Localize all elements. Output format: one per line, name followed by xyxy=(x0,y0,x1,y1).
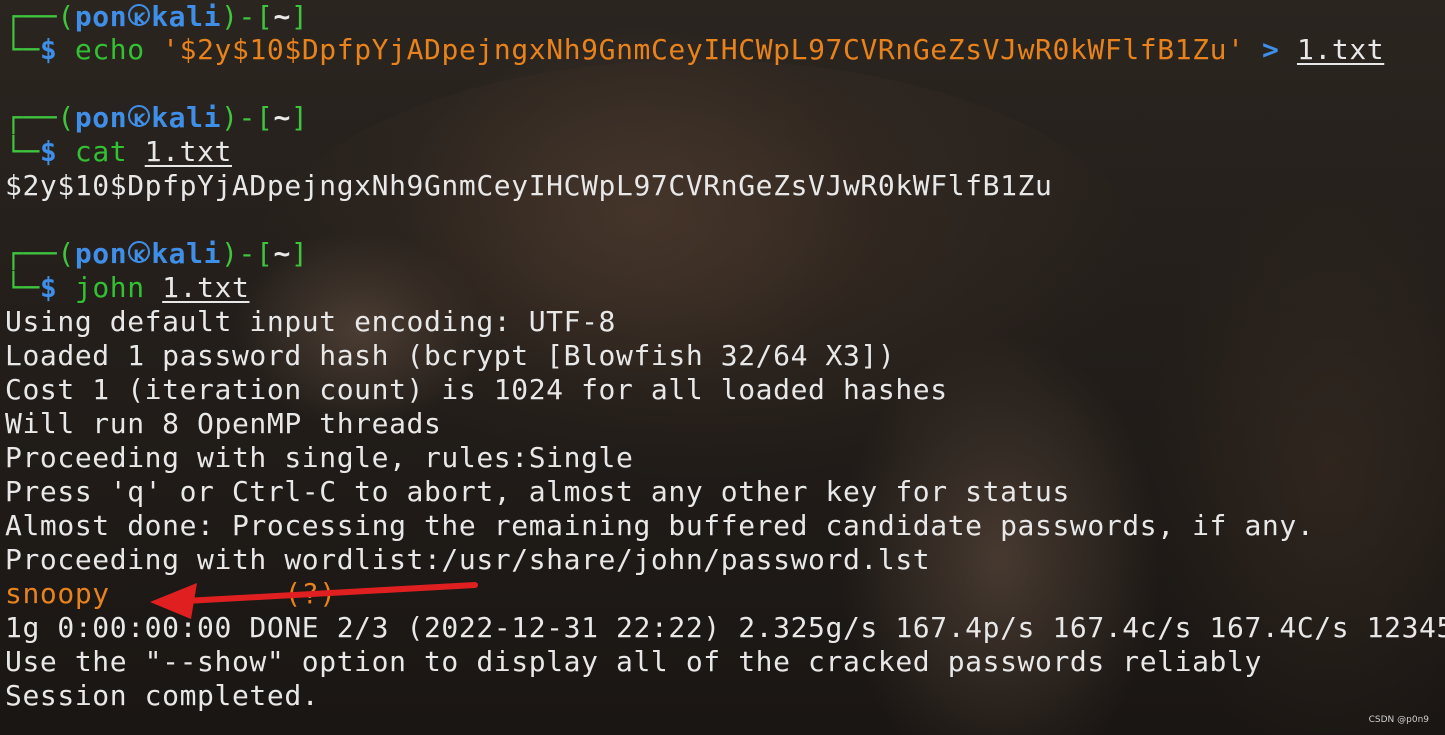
prompt-header: ┌──(ponkali)-[~] xyxy=(5,0,308,36)
prompt-header: ┌──(ponkali)-[~] xyxy=(5,101,308,137)
output-line: Proceeding with wordlist:/usr/share/john… xyxy=(5,543,931,576)
file-path: 1.txt xyxy=(1296,33,1385,66)
prompt-dir: ~ xyxy=(273,237,291,270)
command-line: └─$ john 1.txt xyxy=(5,271,250,304)
prompt-header: ┌──(ponkali)-[~] xyxy=(5,237,308,273)
command-line: └─$ echo '$2y$10$DpfpYjADpejngxNh9GnmCey… xyxy=(5,33,1385,66)
output-line: Proceeding with single, rules:Single xyxy=(5,441,634,474)
prompt-user: pon xyxy=(74,0,128,33)
prompt-host: kali xyxy=(151,0,222,33)
output-line: Cost 1 (iteration count) is 1024 for all… xyxy=(5,373,948,406)
output-line: Will run 8 OpenMP threads xyxy=(5,407,442,440)
cracked-password: snoopy xyxy=(5,577,110,610)
kali-dragon-icon xyxy=(128,239,151,273)
output-line: Use the "--show" option to display all o… xyxy=(5,645,1262,678)
output-line: Using default input encoding: UTF-8 xyxy=(5,305,617,338)
prompt-sigil: $ xyxy=(39,271,58,304)
prompt-user: pon xyxy=(74,101,128,134)
file-path: 1.txt xyxy=(162,271,250,304)
prompt-dir: ~ xyxy=(273,101,291,134)
command-name: john xyxy=(74,271,145,304)
prompt-user: pon xyxy=(74,237,128,270)
output-line: Press 'q' or Ctrl-C to abort, almost any… xyxy=(5,475,1070,508)
watermark: CSDN @p0n9 xyxy=(1368,715,1429,725)
kali-dragon-icon xyxy=(128,103,151,137)
prompt-sigil: $ xyxy=(39,33,58,66)
prompt-dir: ~ xyxy=(273,0,291,33)
redirect-operator: > xyxy=(1262,33,1280,66)
command-name: echo xyxy=(74,33,145,66)
prompt-sigil: $ xyxy=(39,135,58,168)
output-line: Loaded 1 password hash (bcrypt [Blowfish… xyxy=(5,339,896,372)
command-line: └─$ cat 1.txt xyxy=(5,135,232,168)
prompt-host: kali xyxy=(151,237,222,270)
prompt-host: kali xyxy=(151,101,222,134)
output-line: $2y$10$DpfpYjADpejngxNh9GnmCeyIHCWpL97CV… xyxy=(5,169,1053,202)
output-line: Almost done: Processing the remaining bu… xyxy=(5,509,1315,542)
output-line: Session completed. xyxy=(5,679,320,712)
kali-dragon-icon xyxy=(128,2,151,36)
command-argument: '$2y$10$DpfpYjADpejngxNh9GnmCeyIHCWpL97C… xyxy=(162,33,1245,66)
file-path: 1.txt xyxy=(144,135,232,168)
red-arrow-icon xyxy=(150,582,478,619)
command-name: cat xyxy=(74,135,128,168)
